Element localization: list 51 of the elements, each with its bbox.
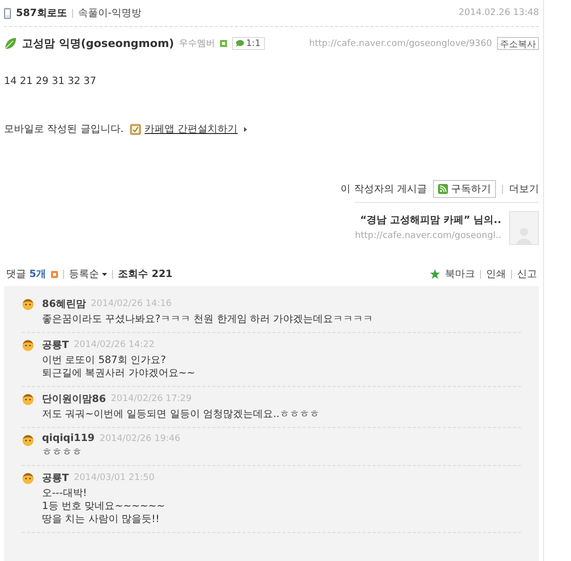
comment-date: 2014/02/26 14:22 <box>74 340 154 350</box>
board-link[interactable]: 속풀이-익명방 <box>78 6 142 20</box>
author-posts-label: 이 작성자의 게시글 <box>340 183 427 196</box>
comment-author[interactable]: 86혜린맘 <box>42 297 86 311</box>
action-link[interactable]: 북마크 <box>445 267 475 281</box>
post-url: http://cafe.naver.com/goseonglove/9360 <box>309 38 492 48</box>
chat-button[interactable]: 1:1 <box>232 37 265 50</box>
avatar-icon <box>22 393 34 405</box>
caret-icon <box>102 272 108 276</box>
author-name[interactable]: 고성맘 익명(goseongmom) <box>22 36 174 51</box>
comment-author[interactable]: 공룡T <box>42 471 69 485</box>
post-date: 2014.02.26 13:48 <box>458 8 539 18</box>
comment-text: 오---대박! 1등 번호 맞네요~~~~~~ 땅을 치는 사람이 많을듯!! <box>42 487 166 526</box>
member-grade: 우수멤버 <box>179 38 216 50</box>
avatar-icon <box>22 298 34 310</box>
star-icon <box>430 269 440 279</box>
arrow-icon <box>244 126 247 132</box>
comment-date: 2014/02/26 14:16 <box>90 299 172 309</box>
view-count: 조회수 221 <box>118 268 173 281</box>
subscribe-button[interactable]: 구독하기 <box>433 180 496 198</box>
comment-text: 좋은꿈이라도 꾸셨나봐요?ㅋㅋㅋ 천원 한게임 하러 가야겠는데요ㅋㅋㅋㅋ <box>42 313 374 326</box>
comment-text: ㅎㅎㅎㅎ <box>42 446 83 459</box>
comment-count[interactable]: 댓글 5개 <box>6 267 46 281</box>
cafe-url: http://cafe.naver.com/goseongl.. <box>355 231 502 241</box>
action-link[interactable]: 인쇄 <box>486 267 506 281</box>
copy-url-button[interactable]: 주소복사 <box>497 37 539 50</box>
comment-date: 2014/03/01 21:50 <box>74 473 154 483</box>
rss-icon <box>438 184 448 194</box>
comment-author[interactable]: 공룡T <box>42 338 69 352</box>
action-link[interactable]: 신고 <box>517 267 537 281</box>
leaf-icon <box>4 37 17 50</box>
more-link[interactable]: 더보기 <box>509 182 539 196</box>
sort-dropdown[interactable]: 등록순 <box>69 267 108 281</box>
post-title: 587회로또 <box>16 7 67 20</box>
cafe-title[interactable]: “경남 고성해피맘 카페” 님의.. <box>360 213 502 227</box>
app-icon <box>130 124 141 134</box>
comment-text: 이번 로또이 587회 인가요? 퇴근길에 복권사러 가야겠어요~~ <box>42 354 196 380</box>
comment-author[interactable]: 단이원이맘86 <box>42 392 106 406</box>
avatar-icon <box>22 472 34 484</box>
profile-thumbnail <box>509 211 539 245</box>
mobile-note: 모바일로 작성된 글입니다. <box>4 123 124 136</box>
avatar-icon <box>22 434 34 446</box>
avatar-icon <box>22 339 34 351</box>
comment-date: 2014/02/26 17:29 <box>110 394 192 404</box>
install-link[interactable]: 카페앱 간편설치하기 <box>144 122 238 136</box>
speech-bubble-icon <box>236 40 244 47</box>
comment-text: 저도 궈궈~이번에 일등되면 일등이 엄청많겠는데요..ㅎㅎㅎㅎ <box>42 408 320 421</box>
comment-date: 2014/02/26 19:46 <box>100 434 180 444</box>
comment-author[interactable]: qiqiqi119 <box>42 433 95 444</box>
post-body: 14 21 29 31 32 37 <box>4 76 98 87</box>
phone-icon <box>4 8 11 18</box>
